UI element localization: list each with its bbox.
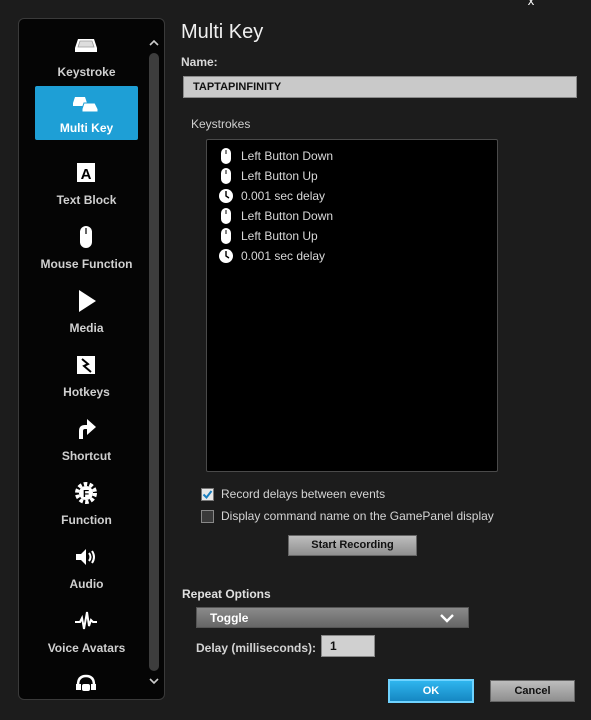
sidebar-item-text-block[interactable]: A Text Block (35, 155, 138, 209)
svg-text:F: F (83, 489, 89, 500)
sidebar-item-shortcut[interactable]: Shortcut (35, 411, 138, 465)
sidebar-item-multi-key[interactable]: Multi Key (35, 86, 138, 140)
waveform-icon (75, 611, 97, 630)
delay-label: Delay (milliseconds): (196, 641, 317, 655)
ok-button[interactable]: OK (388, 679, 474, 703)
headset-avatar-icon (76, 674, 96, 691)
record-delays-checkbox[interactable] (201, 488, 214, 501)
repeat-options-label: Repeat Options (182, 587, 271, 601)
scrollbar-track[interactable] (149, 53, 159, 671)
play-icon (79, 290, 96, 312)
shortcut-arrow-icon (79, 419, 96, 439)
repeat-selected-value: Toggle (210, 611, 249, 625)
hotkey-icon (77, 356, 95, 374)
sidebar-item-function[interactable]: F Function (35, 475, 138, 529)
start-recording-button[interactable]: Start Recording (288, 535, 417, 556)
record-delays-label: Record delays between events (221, 487, 386, 501)
cancel-button[interactable]: Cancel (490, 680, 575, 702)
mouse-icon (221, 208, 231, 224)
gear-f-icon: F (75, 482, 97, 504)
sidebar-item-mouse-function[interactable]: Mouse Function (35, 219, 138, 273)
page-title: Multi Key (181, 21, 264, 43)
speaker-icon (76, 549, 95, 565)
name-label: Name: (181, 55, 218, 69)
multi-keycap-icon (73, 97, 99, 113)
chevron-up-icon[interactable] (148, 37, 160, 49)
clock-icon (219, 249, 233, 263)
display-command-checkbox[interactable] (201, 510, 214, 523)
delay-input[interactable]: 1 (321, 635, 375, 657)
chevron-down-icon (440, 614, 454, 623)
sidebar-item-keystroke[interactable]: Keystroke (35, 27, 138, 81)
repeat-options-dropdown[interactable]: Toggle (196, 607, 469, 628)
sidebar-item-avatar[interactable] (35, 667, 138, 697)
mouse-icon (221, 228, 231, 244)
sidebar-item-media[interactable]: Media (35, 283, 138, 337)
sidebar-item-hotkeys[interactable]: Hotkeys (35, 347, 138, 401)
mouse-icon (221, 168, 231, 184)
display-command-label: Display command name on the GamePanel di… (221, 509, 494, 523)
chevron-down-icon[interactable] (148, 675, 160, 687)
mouse-icon (221, 148, 231, 164)
clock-icon (219, 189, 233, 203)
keystrokes-list[interactable]: Left Button Down Left Button Up 0.001 se… (206, 139, 498, 472)
action-type-sidebar: Keystroke Multi Key A Text Block Mouse F… (18, 18, 165, 700)
keycap-icon (75, 39, 97, 52)
sidebar-item-audio[interactable]: Audio (35, 539, 138, 593)
text-block-icon: A (77, 163, 95, 183)
name-field[interactable]: TAPTAPINFINITY (183, 76, 577, 98)
svg-text:A: A (81, 166, 92, 183)
sidebar-item-voice-avatars[interactable]: Voice Avatars (35, 603, 138, 657)
close-icon[interactable]: x (524, 0, 538, 7)
mouse-icon (80, 226, 92, 248)
keystrokes-label: Keystrokes (191, 117, 251, 131)
sidebar-scrollbar[interactable] (147, 37, 161, 687)
